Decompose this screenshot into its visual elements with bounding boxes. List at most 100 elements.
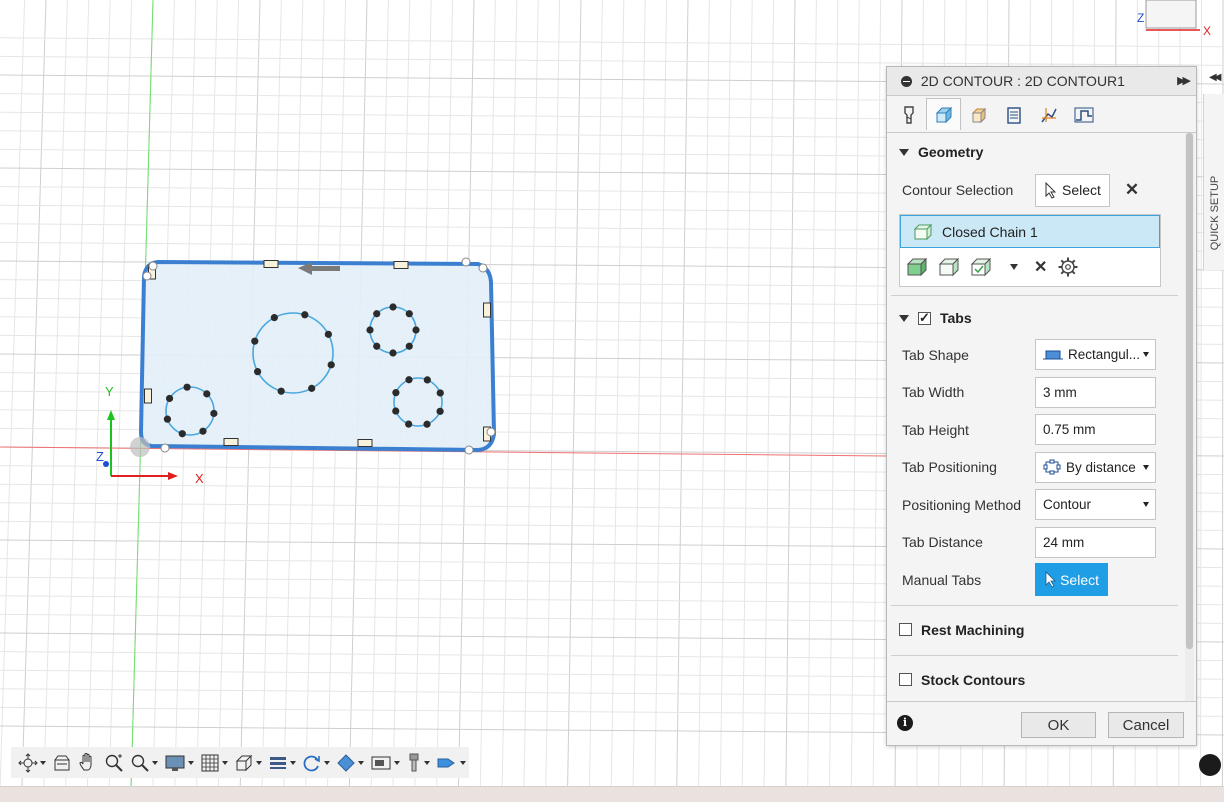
viewcube[interactable]: X Z <box>1137 0 1211 38</box>
tab-positioning-dropdown[interactable]: By distance <box>1035 451 1156 483</box>
rotate-button[interactable] <box>299 747 333 778</box>
grid-line <box>654 0 668 791</box>
gear-icon[interactable] <box>1057 256 1079 278</box>
vertex-dot <box>392 407 400 415</box>
origin-marker[interactable] <box>130 437 150 457</box>
corner-handle <box>160 443 170 453</box>
manual-tabs-select-label: Select <box>1060 571 1099 588</box>
vertex-dot <box>277 387 285 395</box>
tab-linking[interactable] <box>1031 98 1066 130</box>
effects-button[interactable] <box>367 747 403 778</box>
tab-height-value: 0.75 mm <box>1043 422 1096 438</box>
collapse-panel-icon[interactable]: ◀◀ <box>1209 72 1222 83</box>
tabs-checkbox[interactable] <box>918 310 931 326</box>
viewcube-x-label: X <box>1203 24 1211 38</box>
tab-passes[interactable] <box>996 98 1031 130</box>
named-views-button[interactable] <box>265 747 299 778</box>
positioning-method-dropdown[interactable]: Contour <box>1035 489 1156 521</box>
vertex-dot <box>308 384 316 392</box>
geometry-tab-icon <box>935 106 952 123</box>
tab-height-field[interactable]: 0.75 mm <box>1035 414 1156 446</box>
add-chain-icon[interactable] <box>906 257 928 277</box>
tab-height-row: Tab Height 0.75 mm <box>887 411 1182 449</box>
stock-contours-heading: Stock Contours <box>921 671 1026 688</box>
vertex-dot <box>327 361 335 369</box>
quick-setup-tab[interactable]: QUICK SETUP <box>1203 94 1224 270</box>
triad-x-arrow <box>168 472 178 480</box>
grid-icon <box>201 754 219 771</box>
stock-contours-section-header[interactable]: Stock Contours <box>887 662 1182 698</box>
vertex-dot <box>389 349 397 357</box>
grid-line <box>21 0 47 791</box>
orbit-button[interactable] <box>15 747 49 778</box>
sim-button[interactable] <box>433 747 469 778</box>
viewports-button[interactable] <box>231 747 265 778</box>
post-tab-icon <box>1074 107 1093 122</box>
minimize-icon[interactable] <box>901 76 912 87</box>
pan-icon <box>79 752 92 770</box>
fit-icon <box>131 754 149 772</box>
pan-button[interactable] <box>75 747 101 778</box>
contour-select-button[interactable]: Select <box>1035 173 1110 207</box>
tab-shape-row: Tab Shape Rectangul... <box>887 336 1182 374</box>
tab-heights[interactable] <box>961 98 996 130</box>
tool-button[interactable] <box>403 747 433 778</box>
corner-handle <box>142 271 152 281</box>
tab-post[interactable] <box>1066 98 1101 130</box>
passes-tab-icon <box>1006 106 1021 124</box>
stock-contours-checkbox[interactable] <box>899 673 912 686</box>
divider <box>891 295 1178 296</box>
tab-shape-dropdown[interactable]: Rectangul... <box>1035 339 1156 371</box>
look-at-button[interactable] <box>49 747 75 778</box>
vertex-dot <box>163 415 172 423</box>
manual-tabs-select-button[interactable]: Select <box>1035 563 1108 597</box>
triad-x-label: X <box>195 471 204 486</box>
tab-marker <box>223 438 239 446</box>
tab-geometry[interactable] <box>926 98 961 130</box>
chain-dropdown-icon[interactable] <box>1010 264 1018 270</box>
dialog-title-bar[interactable]: 2D CONTOUR : 2D CONTOUR1 ▶▶ <box>887 67 1196 96</box>
grid-line <box>65 0 90 791</box>
chain-options-icon[interactable] <box>970 257 992 277</box>
dialog-scrollbar[interactable] <box>1185 133 1194 703</box>
tab-tool[interactable] <box>891 98 926 130</box>
corner-status-icon[interactable] <box>1199 754 1221 776</box>
geometry-section-header[interactable]: Geometry <box>887 134 1182 170</box>
ok-button[interactable]: OK <box>1021 712 1096 738</box>
vertex-dot <box>423 376 431 384</box>
taskbar-strip <box>0 786 1224 802</box>
display-settings-button[interactable] <box>161 747 197 778</box>
rest-machining-checkbox[interactable] <box>899 623 912 636</box>
tool-icon <box>409 753 419 771</box>
vertex-dot <box>412 326 420 334</box>
grid-line <box>588 0 603 791</box>
info-icon[interactable]: i <box>897 715 913 731</box>
rotate-icon <box>303 755 320 771</box>
collapse-triangle-icon <box>899 148 909 156</box>
tab-distance-field[interactable]: 24 mm <box>1035 526 1156 558</box>
tab-shape-value: Rectangul... <box>1068 347 1141 363</box>
geometry-heading: Geometry <box>918 144 984 160</box>
appearance-button[interactable] <box>333 747 367 778</box>
expand-arrows-icon[interactable]: ▶▶ <box>1177 67 1191 95</box>
zoom-button[interactable] <box>101 747 127 778</box>
tabs-section-header[interactable]: Tabs <box>887 300 1182 336</box>
rest-machining-section-header[interactable]: Rest Machining <box>887 612 1182 648</box>
triad-y-label: Y <box>105 384 114 399</box>
clear-selection-icon[interactable]: ✕ <box>1125 180 1139 200</box>
tab-marker <box>263 260 279 268</box>
part-contour[interactable] <box>138 257 497 455</box>
chain-list-item[interactable]: Closed Chain 1 <box>900 215 1160 248</box>
divider <box>891 654 1178 656</box>
viewcube-face[interactable] <box>1145 0 1197 29</box>
tab-width-field[interactable]: 3 mm <box>1035 376 1156 408</box>
corner-handle <box>486 427 496 437</box>
cancel-button[interactable]: Cancel <box>1108 712 1184 738</box>
part-face[interactable] <box>138 259 497 453</box>
scrollbar-thumb[interactable] <box>1186 133 1193 649</box>
grid-button[interactable] <box>197 747 231 778</box>
fit-button[interactable] <box>127 747 161 778</box>
remove-chain-icon[interactable]: ✕ <box>1034 257 1047 277</box>
edit-chain-icon[interactable] <box>938 257 960 277</box>
chain-icon <box>913 223 933 240</box>
